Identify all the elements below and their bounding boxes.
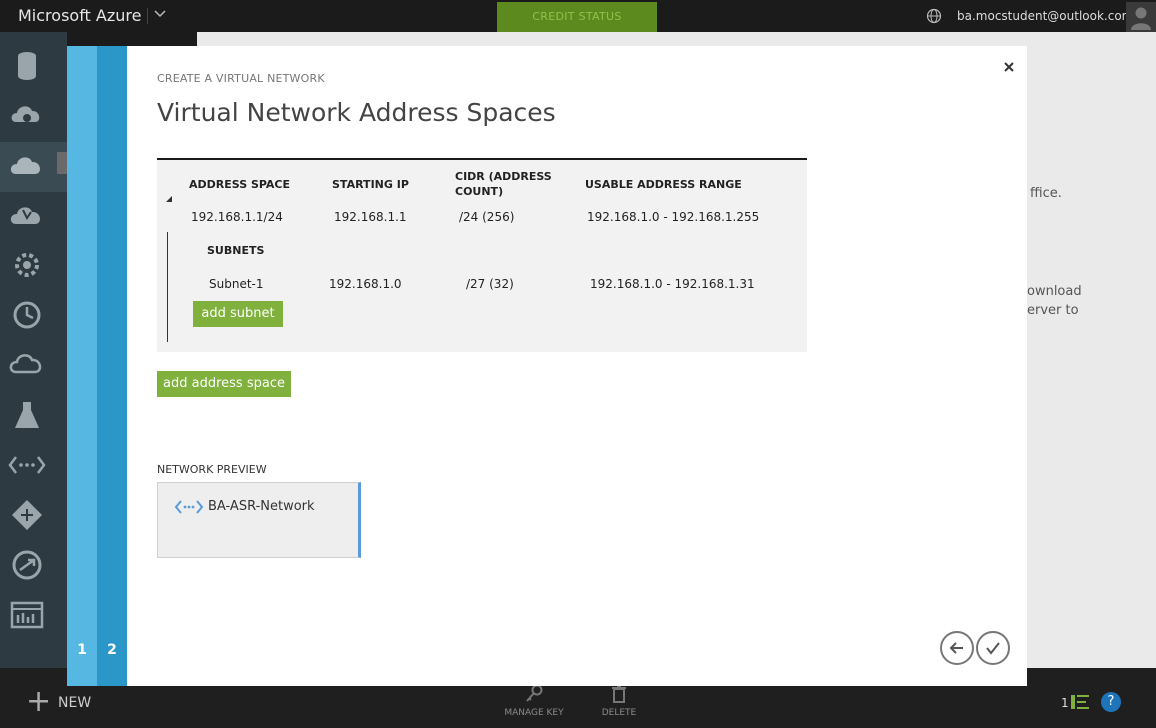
avatar[interactable] xyxy=(1126,2,1156,32)
step-number: 1 xyxy=(77,642,87,658)
usable-range-value: 192.168.1.0 - 192.168.1.255 xyxy=(587,210,760,224)
background-text: ffice. xyxy=(1030,186,1062,201)
key-icon xyxy=(526,684,543,702)
close-icon[interactable] xyxy=(1001,58,1017,76)
globe-icon[interactable] xyxy=(926,8,942,24)
wizard-step-1[interactable]: 1 xyxy=(67,46,97,686)
wizard-step-2[interactable]: 2 xyxy=(97,46,127,686)
remote-app-icon[interactable] xyxy=(8,548,46,582)
subnet-name[interactable]: Subnet-1 xyxy=(209,277,264,291)
dialog-kicker: CREATE A VIRTUAL NETWORK xyxy=(157,72,325,85)
scheduler-icon[interactable] xyxy=(8,298,46,332)
new-button[interactable]: NEW xyxy=(58,695,91,711)
notification-count[interactable]: 1 xyxy=(1061,696,1069,710)
user-email[interactable]: ba.mocstudent@outlook.com xyxy=(957,9,1133,23)
checkmark-icon xyxy=(986,642,1000,655)
left-nav xyxy=(0,32,67,668)
credit-status-button[interactable]: CREDIT STATUS xyxy=(497,2,657,32)
delete-button[interactable]: DELETE xyxy=(598,684,640,718)
create-virtual-network-dialog: 1 2 CREATE A VIRTUAL NETWORK Virtual Net… xyxy=(67,46,1027,686)
gear-icon[interactable] xyxy=(8,248,46,282)
complete-button[interactable] xyxy=(976,631,1010,665)
trash-icon xyxy=(612,685,626,703)
column-header-address-space: ADDRESS SPACE xyxy=(189,178,291,191)
column-header-cidr: CIDR (ADDRESS COUNT) xyxy=(455,170,552,198)
background-text: erver to xyxy=(1027,303,1079,318)
add-address-space-button[interactable]: add address space xyxy=(157,371,291,397)
cloud-sync-icon[interactable] xyxy=(8,348,46,382)
subnet-usable-range: 192.168.1.0 - 192.168.1.31 xyxy=(590,277,755,291)
cloud-services-icon[interactable] xyxy=(8,98,46,132)
arrow-left-icon xyxy=(949,642,963,654)
virtual-network-icon[interactable] xyxy=(8,448,46,482)
step-number: 2 xyxy=(107,642,117,658)
manage-key-label: MANAGE KEY xyxy=(504,708,564,718)
flask-icon[interactable] xyxy=(8,398,46,432)
virtual-network-icon xyxy=(174,500,204,514)
background-text: ownload xyxy=(1027,284,1082,299)
plus-icon[interactable]: + xyxy=(26,687,51,717)
activity-list-icon[interactable] xyxy=(1071,694,1089,710)
dialog-title: Virtual Network Address Spaces xyxy=(157,98,556,127)
preview-network-name: BA-ASR-Network xyxy=(208,499,315,514)
chevron-down-icon[interactable] xyxy=(154,7,166,23)
management-portal-icon[interactable] xyxy=(8,598,46,632)
subnets-header: SUBNETS xyxy=(207,244,265,257)
subnet-starting-ip[interactable]: 192.168.1.0 xyxy=(329,277,402,291)
brand-divider xyxy=(147,8,148,24)
network-preview: BA-ASR-Network xyxy=(157,482,361,558)
subnet-tree-line xyxy=(167,232,168,342)
sql-database-icon[interactable] xyxy=(8,48,46,82)
cidr-value[interactable]: /24 (256) xyxy=(459,210,514,224)
column-header-usable-range: USABLE ADDRESS RANGE xyxy=(585,178,742,191)
network-preview-label: NETWORK PREVIEW xyxy=(157,463,267,476)
storage-icon[interactable] xyxy=(8,198,46,232)
subnet-cidr[interactable]: /27 (32) xyxy=(466,277,514,291)
back-button[interactable] xyxy=(940,631,974,665)
help-button[interactable]: ? xyxy=(1101,692,1121,712)
address-space-value[interactable]: 192.168.1.1/24 xyxy=(191,210,283,224)
address-space-table: ADDRESS SPACE STARTING IP CIDR (ADDRESS … xyxy=(157,158,807,352)
top-bar: Microsoft Azure CREDIT STATUS ba.mocstud… xyxy=(0,0,1156,32)
starting-ip-value[interactable]: 192.168.1.1 xyxy=(334,210,407,224)
manage-key-button[interactable]: MANAGE KEY xyxy=(503,684,565,718)
delete-label: DELETE xyxy=(601,708,637,718)
collapse-triangle-icon[interactable] xyxy=(166,196,172,202)
column-header-starting-ip: STARTING IP xyxy=(332,178,409,191)
brand-title[interactable]: Microsoft Azure xyxy=(18,6,141,25)
networks-icon[interactable] xyxy=(8,148,46,182)
traffic-manager-icon[interactable] xyxy=(8,498,46,532)
add-subnet-button[interactable]: add subnet xyxy=(193,301,283,327)
nav-active-marker xyxy=(57,152,67,174)
